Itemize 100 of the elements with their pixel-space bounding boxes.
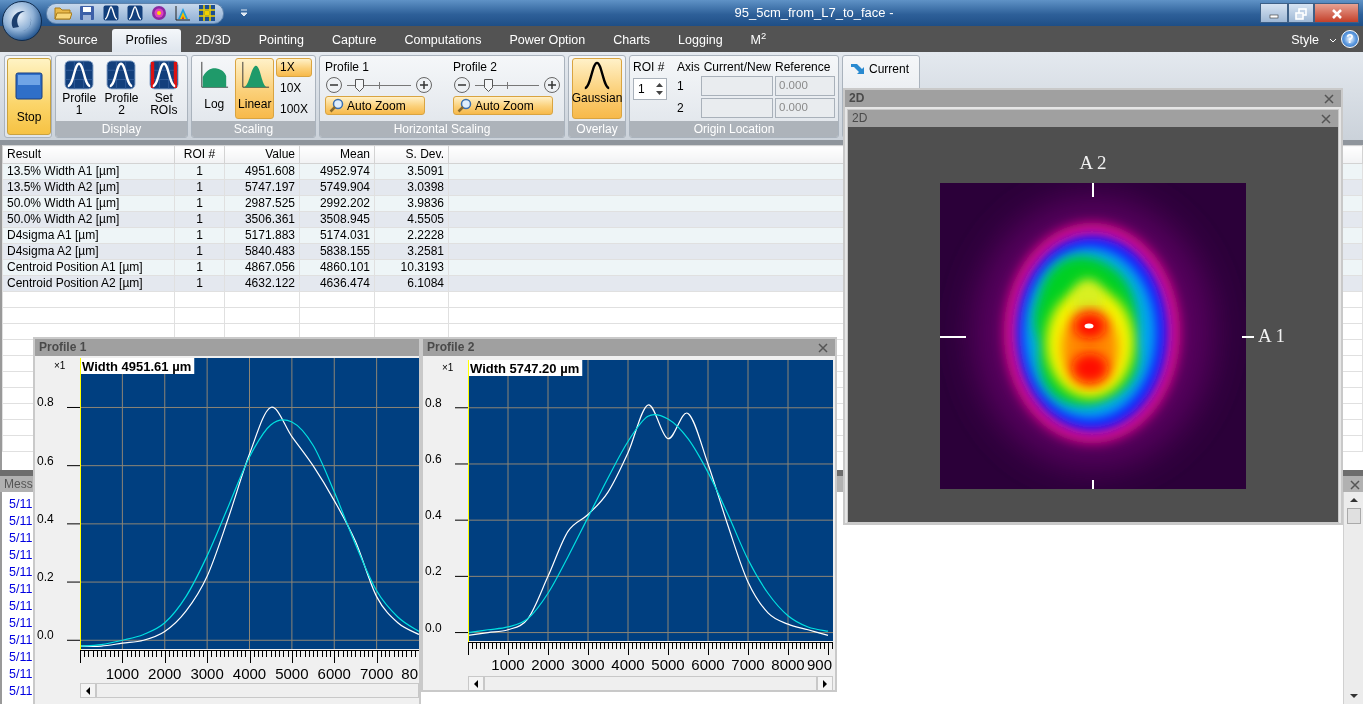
ribbon-button[interactable]: Profile 2 — [101, 58, 142, 119]
ribbon-tab[interactable]: Power Option — [495, 29, 600, 52]
zoom-level-button[interactable]: 1X — [275, 58, 312, 77]
axis-label: A 2 — [1079, 152, 1107, 174]
current-button[interactable]: Current — [846, 60, 913, 79]
column-header[interactable]: S. Dev. — [374, 145, 449, 164]
ribbon-tab[interactable]: Capture — [317, 29, 391, 52]
ribbon-tab[interactable]: Source — [44, 29, 112, 52]
app-menu-button[interactable] — [2, 1, 42, 41]
table-cell: 5171.883 — [224, 227, 300, 244]
zoom-out-button[interactable] — [453, 76, 471, 95]
log-chart-icon — [199, 60, 230, 90]
scroll-left-button[interactable] — [468, 676, 484, 691]
message-line: 5/11 — [9, 564, 33, 581]
ribbon-button[interactable]: Log — [195, 58, 234, 119]
column-header[interactable]: ROI # — [174, 145, 225, 164]
table-cell: 1 — [174, 227, 225, 244]
group-label: Horizontal Scaling — [320, 121, 564, 137]
ribbon-button[interactable]: Profile 1 — [59, 58, 100, 119]
message-line: 5/11 — [9, 547, 33, 564]
table-cell: 2.2228 — [374, 227, 449, 244]
axis-label: A 1 — [1258, 325, 1285, 347]
slider-thumb[interactable] — [483, 79, 493, 93]
chevron-icon[interactable] — [1329, 38, 1337, 44]
slider-thumb[interactable] — [354, 79, 364, 93]
ribbon-button[interactable]: Linear — [235, 58, 274, 119]
message-line: 5/11 — [9, 513, 33, 530]
toolbar-button[interactable] — [101, 3, 121, 23]
table-cell: 5838.155 — [299, 243, 375, 260]
tick-label: 4000 — [611, 656, 645, 673]
scroll-left-button[interactable] — [80, 683, 96, 698]
up-arrow-icon[interactable] — [1348, 496, 1359, 504]
ribbon-tab[interactable]: Logging — [664, 29, 737, 52]
table-cell: 1 — [174, 179, 225, 196]
field-label: ROI # — [633, 60, 666, 75]
left-arrow-icon — [473, 679, 479, 688]
chart-title: Width 5747.20 µm — [469, 360, 583, 376]
ribbon-tab[interactable]: Computations — [390, 29, 496, 52]
stop-icon — [15, 71, 43, 100]
restore-button[interactable] — [1288, 3, 1314, 23]
gaussian-button[interactable]: Gaussian — [572, 58, 622, 119]
table-cell: 3508.945 — [299, 211, 375, 228]
ribbon-tab[interactable]: M$^{2}$ — [736, 29, 781, 52]
chart-icon — [175, 5, 191, 21]
group-label: Origin Location — [630, 121, 838, 137]
close-button[interactable] — [1314, 3, 1359, 23]
input-field[interactable] — [701, 98, 773, 119]
message-line: 5/11 — [9, 632, 33, 649]
table-cell: 4.5505 — [374, 211, 449, 228]
bell-curve-icon — [582, 60, 612, 90]
scroll-right-button[interactable] — [817, 676, 833, 691]
roi-spinner[interactable]: 1 — [633, 78, 667, 101]
zoom-in-button[interactable] — [543, 76, 561, 95]
auto-zoom-button[interactable]: Auto Zoom — [453, 96, 553, 116]
axis-tick — [1092, 183, 1094, 197]
table-cell: 4951.608 — [224, 163, 300, 180]
ribbon-tab[interactable]: Profiles — [111, 29, 182, 52]
scrollbar[interactable] — [1343, 492, 1363, 704]
profile-icon — [106, 60, 137, 90]
window-title: 2D — [852, 111, 868, 126]
column-header[interactable]: Result — [2, 145, 175, 164]
ribbon-button[interactable]: Set ROIs — [143, 58, 184, 119]
window-title: Profile 1 — [39, 340, 87, 355]
tick-label: 7000 — [359, 665, 394, 682]
stop-button[interactable]: Stop — [7, 58, 51, 135]
column-header[interactable]: Value — [224, 145, 300, 164]
panel-title: Mess — [4, 476, 33, 492]
ribbon-tab[interactable]: Charts — [599, 29, 665, 52]
zoom-in-button[interactable] — [415, 76, 433, 95]
toolbar-button[interactable] — [125, 3, 145, 23]
ribbon-tab[interactable]: 2D/3D — [181, 29, 245, 52]
axis-label: 80 — [401, 665, 418, 682]
scrollbar-thumb[interactable] — [1346, 508, 1361, 524]
tick-label: 0.6 — [425, 451, 442, 466]
spinner-arrows-icon — [655, 81, 664, 98]
section-label: Profile 2 — [453, 60, 499, 75]
style-menu[interactable]: Style — [1289, 33, 1321, 48]
message-line: 5/11 — [9, 649, 33, 666]
tick-label: 1000 — [105, 665, 140, 682]
tick-label: 0.8 — [425, 395, 442, 410]
toolbar-button[interactable] — [197, 3, 217, 23]
table-cell: Centroid Position A2 [µm] — [2, 275, 175, 292]
zoom-out-button[interactable] — [325, 76, 343, 95]
ribbon-tab[interactable]: Pointing — [244, 29, 318, 52]
table-cell: 5747.197 — [224, 179, 300, 196]
zoom-level-button[interactable]: 100X — [275, 100, 312, 119]
minimize-button[interactable] — [1260, 3, 1288, 23]
zoom-level-button[interactable]: 10X — [275, 79, 312, 98]
tick-label: 2000 — [531, 656, 565, 673]
toolbar-button[interactable] — [77, 3, 97, 23]
toolbar-button[interactable] — [149, 3, 169, 23]
column-header[interactable]: Mean — [299, 145, 375, 164]
input-field[interactable] — [701, 76, 773, 97]
message-line: 5/11 — [9, 666, 33, 683]
auto-zoom-button[interactable]: Auto Zoom — [325, 96, 425, 116]
caret-icon[interactable] — [240, 9, 248, 17]
axis-scale-label: ×1 — [442, 362, 454, 373]
down-arrow-icon[interactable] — [1348, 692, 1359, 700]
magnifier-icon — [457, 98, 472, 114]
grid-icon — [199, 5, 215, 21]
